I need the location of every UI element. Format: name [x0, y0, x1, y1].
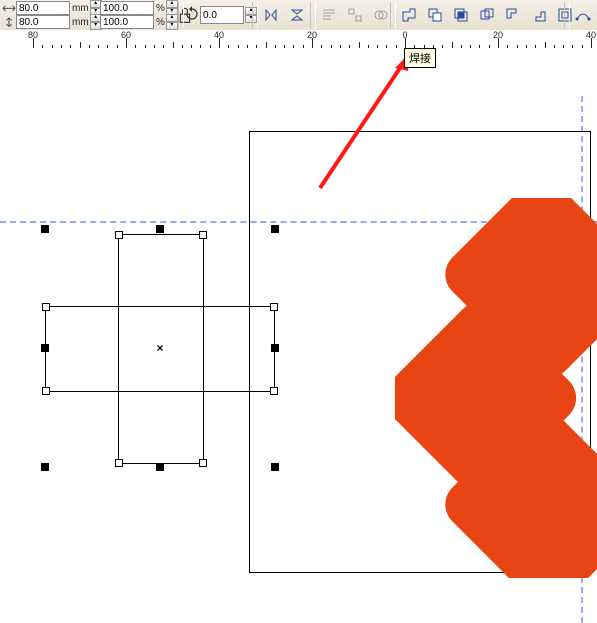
height-unit: mm	[72, 17, 89, 28]
ruler-label: 40	[586, 30, 596, 40]
rotate-icon	[184, 6, 200, 25]
scale-x-unit: %	[156, 3, 165, 14]
width-input[interactable]	[16, 1, 70, 15]
page-boundary	[249, 131, 591, 573]
ruler-label: 0	[402, 30, 407, 40]
intersect-button[interactable]	[449, 3, 473, 27]
mirror-horizontal-button[interactable]	[259, 3, 283, 27]
drawing-canvas[interactable]: ×	[0, 48, 597, 575]
mirror-vertical-button[interactable]	[285, 3, 309, 27]
scale-y-unit: %	[156, 17, 165, 28]
ruler-label: 80	[28, 30, 38, 40]
object-size-group: mm ▴▾ mm ▴▾	[2, 1, 102, 29]
selection-handle[interactable]	[271, 225, 279, 233]
selection-handle[interactable]	[156, 463, 164, 471]
back-minus-front-button[interactable]	[527, 3, 551, 27]
ruler-label: 20	[493, 30, 503, 40]
height-input[interactable]	[16, 15, 70, 29]
property-bar: mm ▴▾ mm ▴▾ % ▴▾ % ▴▾	[0, 0, 597, 31]
selection-handle[interactable]	[41, 344, 49, 352]
horizontal-ruler[interactable]: // ruler built below after data parse 80…	[0, 30, 597, 49]
front-minus-back-button[interactable]	[501, 3, 525, 27]
height-icon	[2, 16, 16, 28]
width-unit: mm	[72, 3, 89, 14]
align-distribute-button[interactable]	[343, 3, 367, 27]
scale-y-input[interactable]	[100, 15, 154, 29]
selection-center-icon: ×	[156, 341, 163, 355]
selection-handle[interactable]	[41, 225, 49, 233]
selection-handle[interactable]	[271, 344, 279, 352]
tooltip: 焊接	[404, 48, 436, 68]
weld-button[interactable]	[397, 3, 421, 27]
width-icon	[2, 2, 16, 14]
convert-to-curves-button[interactable]	[571, 3, 595, 27]
ruler-label: 60	[121, 30, 131, 40]
scale-x-input[interactable]	[100, 1, 154, 15]
selection-handle[interactable]	[41, 463, 49, 471]
ruler-label: 40	[214, 30, 224, 40]
simplify-button[interactable]	[475, 3, 499, 27]
rotation-group: ▴▾	[184, 1, 257, 29]
trim-button[interactable]	[423, 3, 447, 27]
selection-handle[interactable]	[271, 463, 279, 471]
rotation-input[interactable]	[200, 6, 244, 24]
selection-handle[interactable]	[156, 225, 164, 233]
wrap-paragraph-button[interactable]	[317, 3, 341, 27]
ruler-label: 20	[307, 30, 317, 40]
scale-group: % ▴▾ % ▴▾	[100, 1, 178, 29]
